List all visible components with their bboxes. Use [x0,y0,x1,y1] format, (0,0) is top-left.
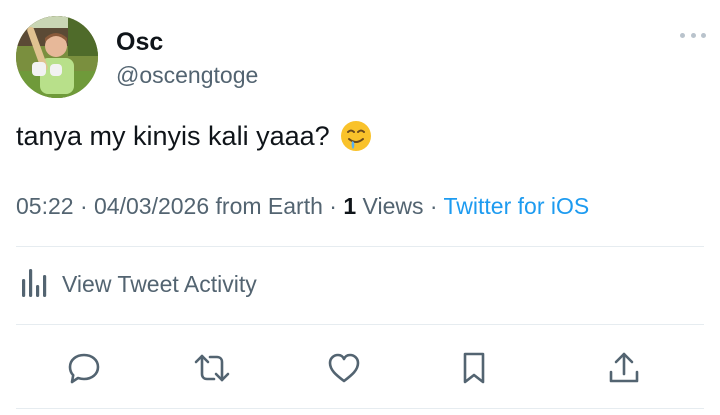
tweet-meta: 05:22 · 04/03/2026 from Earth · 1 Views … [16,193,589,220]
tweet-location: from Earth [209,193,323,219]
tweet-text: tanya my kinyis kali yaaa? [16,120,372,152]
tweet-date: 04/03/2026 [94,193,210,219]
avatar[interactable] [16,16,98,98]
views-label: Views [356,193,424,219]
like-icon[interactable] [320,344,368,392]
author-name[interactable]: Osc [116,28,163,57]
tweet-time: 05:22 [16,193,74,219]
more-dot [701,32,706,38]
more-dot [690,32,696,38]
meta-separator: · [423,193,444,219]
bar-chart-icon [16,265,50,304]
divider [16,324,704,325]
divider [16,408,704,409]
tweet-header: Osc @oscengtoge [16,16,706,100]
reply-icon[interactable] [60,344,108,392]
tweet-source-link[interactable]: Twitter for iOS [444,193,590,219]
author-handle[interactable]: @oscengtoge [116,62,258,89]
share-icon[interactable] [600,344,648,392]
meta-separator: · [322,193,344,219]
views-count: 1 [343,193,357,219]
more-dot [680,32,685,38]
view-activity-label: View Tweet Activity [62,270,257,297]
tweet-actions [16,344,704,392]
retweet-icon[interactable] [188,344,236,392]
more-icon[interactable] [680,30,706,40]
tweet-body: tanya my kinyis kali yaaa? [16,120,330,151]
divider [16,246,704,247]
view-activity-button[interactable]: View Tweet Activity [16,262,257,306]
drooling-face-icon [340,120,372,152]
bookmark-icon[interactable] [450,344,498,392]
meta-separator: · [73,193,95,219]
